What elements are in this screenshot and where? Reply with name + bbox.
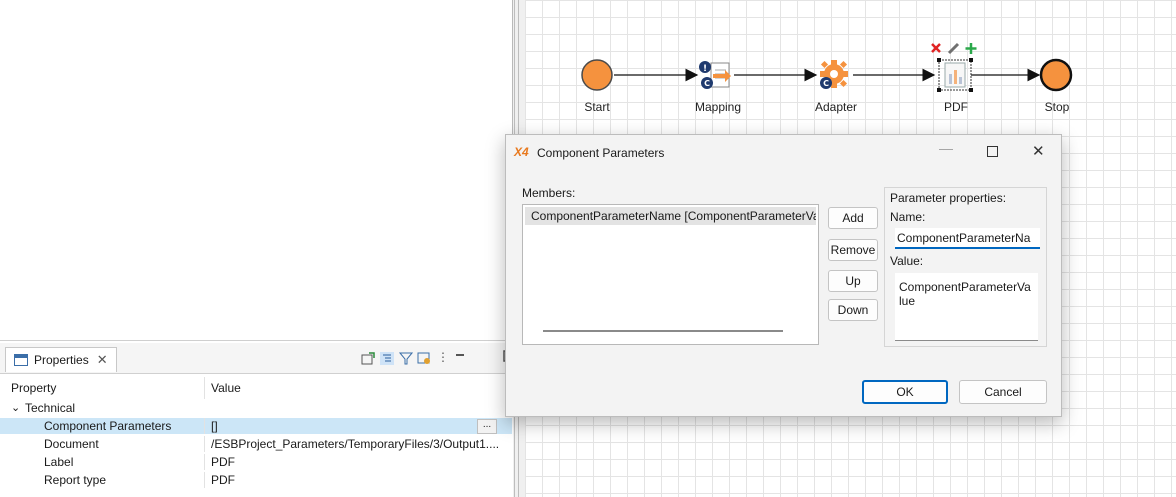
horizontal-scrollbar[interactable] bbox=[543, 330, 783, 332]
properties-tabbar: Properties ✕ ⋮ bbox=[0, 343, 513, 374]
pin-view-icon[interactable] bbox=[361, 352, 375, 365]
svg-text:!: ! bbox=[703, 64, 707, 74]
parameter-properties-group: Parameter properties: Name: ComponentPar… bbox=[884, 187, 1047, 347]
remove-button[interactable]: Remove bbox=[828, 239, 878, 261]
svg-text:C: C bbox=[704, 79, 710, 88]
name-label: Name: bbox=[890, 210, 926, 224]
component-parameters-dialog: X4 Component Parameters — ✕ Members: Com… bbox=[505, 134, 1062, 417]
property-value[interactable]: PDF bbox=[211, 472, 235, 488]
end-event bbox=[1039, 58, 1073, 92]
category-label: Technical bbox=[25, 401, 76, 415]
app-logo-icon: X4 bbox=[514, 145, 529, 159]
name-field-value: ComponentParameterNa bbox=[897, 231, 1031, 245]
edit-icon bbox=[947, 42, 960, 55]
close-window-icon[interactable]: ✕ bbox=[1032, 142, 1045, 160]
mapping-icon: ! C bbox=[699, 61, 731, 89]
properties-view-icon bbox=[14, 354, 28, 366]
property-row-label[interactable]: Label PDF bbox=[0, 454, 512, 470]
close-tab-icon[interactable]: ✕ bbox=[97, 352, 108, 368]
add-icon bbox=[965, 43, 977, 54]
dialog-titlebar[interactable]: X4 Component Parameters — ✕ bbox=[506, 135, 1061, 171]
tab-properties[interactable]: Properties ✕ bbox=[5, 347, 117, 372]
property-name: Document bbox=[44, 437, 99, 451]
property-value[interactable]: PDF bbox=[211, 454, 235, 470]
value-label: Value: bbox=[890, 254, 924, 268]
name-field[interactable]: ComponentParameterNa bbox=[895, 228, 1040, 249]
chevron-down-icon[interactable]: ⌄ bbox=[11, 400, 20, 416]
add-button[interactable]: Add bbox=[828, 207, 878, 229]
column-value: Value bbox=[211, 381, 241, 395]
property-value[interactable]: /ESBProject_Parameters/TemporaryFiles/3/… bbox=[211, 436, 499, 452]
start-label: Start bbox=[584, 100, 610, 114]
minimize-window-icon[interactable]: — bbox=[939, 140, 953, 156]
maximize-window-icon[interactable] bbox=[987, 146, 998, 157]
property-name: Report type bbox=[44, 473, 107, 487]
minimize-icon[interactable] bbox=[454, 349, 468, 362]
mapping-label: Mapping bbox=[694, 100, 742, 114]
property-row-component-parameters[interactable]: Component Parameters [] ... bbox=[0, 418, 512, 434]
category-row-technical[interactable]: ⌄ Technical bbox=[0, 400, 512, 416]
start-event bbox=[581, 59, 613, 91]
adapter-label: Adapter bbox=[814, 100, 858, 114]
property-row-report-type[interactable]: Report type PDF bbox=[0, 472, 512, 488]
value-line: lue bbox=[899, 294, 916, 308]
up-button[interactable]: Up bbox=[828, 270, 878, 292]
categories-icon[interactable] bbox=[380, 352, 394, 365]
members-list[interactable]: ComponentParameterName [ComponentParamet… bbox=[522, 204, 819, 345]
pdf-report-icon bbox=[937, 58, 973, 92]
tab-label: Properties bbox=[34, 353, 89, 367]
adapter-gear-icon: C bbox=[820, 60, 848, 89]
column-property: Property bbox=[11, 381, 57, 395]
advanced-properties-icon[interactable] bbox=[417, 352, 431, 365]
param-group-label: Parameter properties: bbox=[890, 191, 1007, 205]
properties-table-header: Property Value bbox=[0, 377, 512, 399]
filter-icon[interactable] bbox=[398, 352, 414, 365]
ellipsis-button[interactable]: ... bbox=[477, 419, 497, 434]
delete-icon bbox=[931, 43, 941, 53]
property-name: Component Parameters bbox=[44, 419, 172, 433]
editor-area bbox=[0, 0, 513, 341]
svg-text:C: C bbox=[823, 79, 829, 88]
dialog-title: Component Parameters bbox=[537, 146, 665, 160]
properties-view: Properties ✕ ⋮ Property Value ⌄ Technica… bbox=[0, 343, 513, 497]
property-value[interactable]: [] bbox=[211, 418, 218, 434]
value-field[interactable]: ComponentParameterVa lue bbox=[895, 273, 1038, 341]
down-button[interactable]: Down bbox=[828, 299, 878, 321]
stop-label: Stop bbox=[1044, 100, 1070, 114]
list-item[interactable]: ComponentParameterName [ComponentParamet… bbox=[525, 207, 816, 225]
members-label: Members: bbox=[522, 186, 576, 200]
pdf-label: PDF bbox=[944, 100, 968, 114]
cancel-button[interactable]: Cancel bbox=[959, 380, 1047, 404]
view-menu-icon[interactable]: ⋮ bbox=[437, 350, 451, 364]
ok-button[interactable]: OK bbox=[862, 380, 948, 404]
value-line: ComponentParameterVa bbox=[899, 280, 1031, 294]
property-row-document[interactable]: Document /ESBProject_Parameters/Temporar… bbox=[0, 436, 512, 452]
member-item-label: ComponentParameterName [ComponentParamet… bbox=[531, 209, 816, 223]
property-name: Label bbox=[44, 455, 74, 469]
